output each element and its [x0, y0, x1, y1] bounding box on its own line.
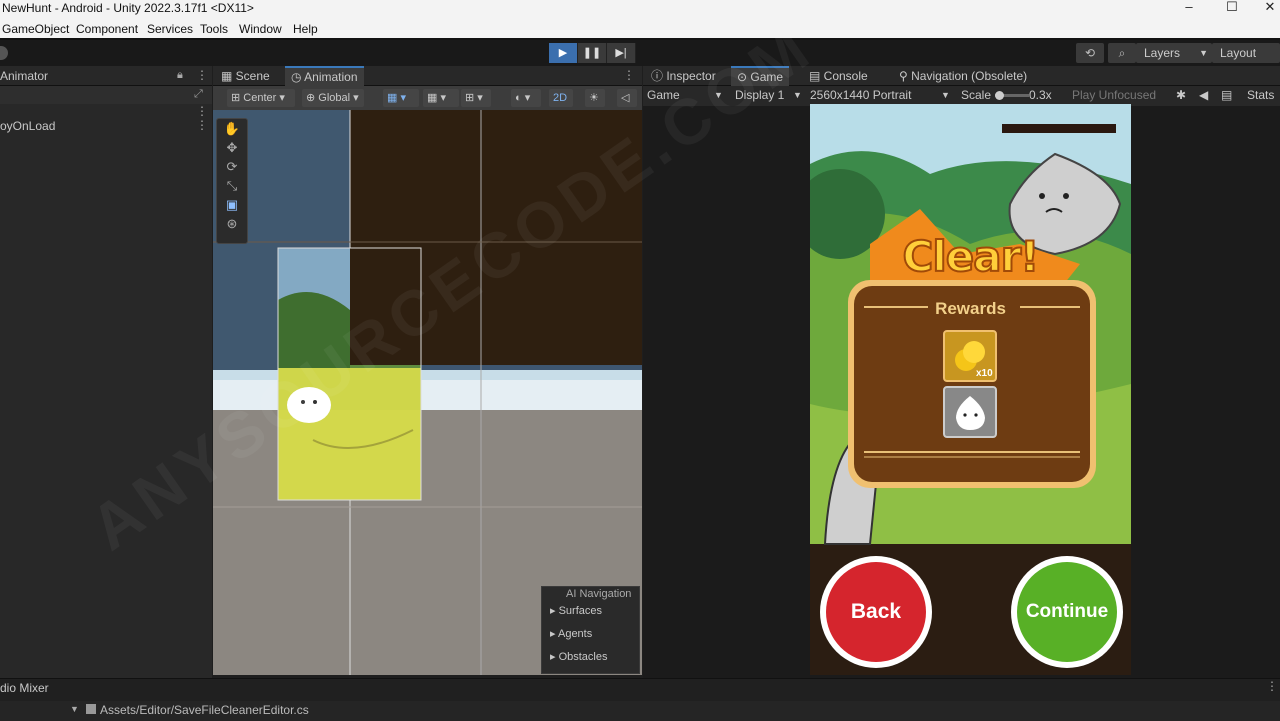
pivot-dropdown[interactable]: ⊞ Center ▾ — [227, 89, 295, 107]
grid-icon[interactable]: ▦ ▾ — [423, 89, 459, 107]
chevron-down-icon: ▼ — [941, 90, 950, 100]
shading-icon[interactable]: ◐ ▾ — [511, 89, 541, 107]
file-icon — [86, 704, 96, 714]
pause-button[interactable]: ❚❚ — [578, 43, 607, 63]
transform-tool-icon[interactable]: ⊛ — [217, 214, 247, 233]
search-icon[interactable]: ⌕ — [1108, 43, 1136, 63]
audio-icon[interactable]: ◁ — [617, 89, 637, 107]
item-more-icon[interactable]: ⋮ — [196, 118, 208, 132]
game-screen[interactable]: Clear! Rewards x10 Back Continue — [810, 104, 1131, 675]
gizmos-icon[interactable]: ▤ — [1221, 88, 1232, 102]
continue-button[interactable]: Continue — [1017, 562, 1117, 662]
stats-button[interactable]: Stats — [1247, 88, 1274, 102]
account-icon[interactable] — [0, 46, 8, 60]
increment-icon[interactable]: ⊞ ▾ — [461, 89, 491, 107]
tab-animator[interactable]: Animator — [0, 66, 54, 86]
scene-icon: ▦ — [221, 69, 236, 83]
animation-icon: ◷ — [291, 70, 305, 84]
chevron-down-icon: ▼ — [70, 704, 79, 714]
scale-tool-icon[interactable]: ⤡ — [217, 176, 247, 195]
play-mode-dropdown[interactable]: Play Unfocused — [1072, 88, 1156, 102]
more-menu-icon[interactable]: ⋮ — [196, 68, 208, 82]
window-title: NewHunt - Android - Unity 2022.3.17f1 <D… — [2, 1, 254, 15]
scene-more-icon[interactable]: ⋮ — [623, 68, 635, 82]
play-button[interactable]: ▶ — [549, 43, 578, 63]
asset-path[interactable]: Assets/Editor/SaveFileCleanerEditor.cs — [100, 703, 309, 717]
scene-toolbar: ⊞ Center ▾ ⊕ Global ▾ ▦ ▾ ▦ ▾ ⊞ ▾ ◐ ▾ 2D… — [213, 86, 642, 110]
scale-label: Scale — [961, 88, 992, 102]
ai-navigation-overlay: AI Navigation ▸ Surfaces ▸ Agents ▸ Obst… — [541, 586, 640, 674]
back-button[interactable]: Back — [826, 562, 926, 662]
menu-help[interactable]: Help — [293, 22, 318, 36]
tab-scene[interactable]: ▦ Scene — [215, 66, 276, 86]
coin-reward-icon — [944, 331, 996, 381]
menu-tools[interactable]: Tools — [200, 22, 228, 36]
lock-icon[interactable]: 🔒︎ — [177, 69, 183, 82]
resolution-dropdown[interactable]: 2560x1440 Portrait — [810, 88, 911, 102]
rewards-title: Rewards — [935, 299, 1006, 318]
play-controls: ▶ ❚❚ ▶| — [549, 43, 636, 63]
maximize-button[interactable]: ☐ — [1212, 0, 1252, 18]
animator-panel: Animator 🔒︎ ⋮ ⤢ ⋮ oyOnLoad ⋮ — [0, 66, 212, 678]
history-icon[interactable]: ⟲ — [1076, 43, 1104, 63]
clear-title: Clear! — [902, 231, 1041, 282]
main-toolbar: ▶ ❚❚ ▶| ⟲ ⌕ Layers ▼ Layout — [0, 40, 1280, 66]
scene-tools: ✋ ✥ ⟳ ⤡ ▣ ⊛ — [216, 118, 248, 244]
ai-nav-item-surfaces[interactable]: ▸ Surfaces — [550, 604, 602, 617]
chevron-down-icon: ▼ — [1199, 48, 1208, 58]
status-bar: ▼ Assets/Editor/SaveFileCleanerEditor.cs — [0, 701, 1280, 721]
ai-nav-item-obstacles[interactable]: ▸ Obstacles — [550, 650, 608, 663]
list-item-label: oyOnLoad — [0, 119, 56, 133]
menu-window[interactable]: Window — [239, 22, 282, 36]
bug-icon[interactable]: ✱ — [1176, 88, 1186, 102]
close-button[interactable]: ✕ — [1250, 0, 1280, 18]
layers-dropdown[interactable]: Layers ▼ — [1136, 43, 1212, 63]
move-tool-icon[interactable]: ✥ — [217, 138, 247, 157]
menu-gameobject[interactable]: GameObject — [2, 22, 69, 36]
animator-header: Animator 🔒︎ ⋮ — [0, 66, 212, 86]
scale-slider[interactable] — [995, 91, 1029, 100]
menu-component[interactable]: Component — [76, 22, 138, 36]
layout-label: Layout — [1220, 46, 1257, 60]
bottom-panel: dio Mixer ⋮ ▼ Assets/Editor/SaveFileClea… — [0, 678, 1280, 721]
rect-tool-icon[interactable]: ▣ — [217, 195, 247, 214]
speaker-icon[interactable]: ◀ — [1199, 88, 1208, 102]
scale-value: 0.3x — [1029, 88, 1052, 102]
toggle-2d-button[interactable]: 2D — [549, 89, 573, 107]
expand-icon[interactable]: ⤢ — [194, 88, 203, 101]
animator-search-row: ⤢ — [0, 86, 212, 104]
space-dropdown[interactable]: ⊕ Global ▾ — [302, 89, 364, 107]
tab-navigation[interactable]: ⚲ Navigation (Obsolete) — [893, 66, 1033, 86]
ai-nav-item-agents[interactable]: ▸ Agents — [550, 627, 592, 640]
character-reward-icon — [944, 387, 996, 437]
hand-tool-icon[interactable]: ✋ — [217, 119, 247, 138]
scale-slider-handle[interactable] — [995, 91, 1004, 100]
scene-header: ▦ Scene ◷ Animation ⋮ — [213, 66, 642, 86]
tab-animation[interactable]: ◷ Animation — [285, 66, 364, 86]
bottom-more-icon[interactable]: ⋮ — [1266, 679, 1278, 693]
list-item[interactable]: oyOnLoad ⋮ — [0, 118, 212, 134]
title-bar: NewHunt - Android - Unity 2022.3.17f1 <D… — [0, 0, 1280, 18]
minimize-button[interactable]: – — [1169, 0, 1209, 18]
ai-navigation-title: AI Navigation — [566, 588, 632, 600]
row-more-icon[interactable]: ⋮ — [196, 104, 208, 118]
menu-services[interactable]: Services — [147, 22, 193, 36]
menu-bar: GameObject Component Services Tools Wind… — [0, 18, 1280, 40]
rotate-tool-icon[interactable]: ⟳ — [217, 157, 247, 176]
layout-dropdown[interactable]: Layout — [1212, 43, 1280, 63]
layers-label: Layers — [1144, 46, 1181, 60]
step-button[interactable]: ▶| — [607, 43, 636, 63]
lighting-icon[interactable]: ☀ — [585, 89, 605, 107]
grid-snap-icon[interactable]: ▦ ▾ — [383, 89, 419, 107]
tab-audio-mixer[interactable]: dio Mixer — [0, 681, 49, 695]
